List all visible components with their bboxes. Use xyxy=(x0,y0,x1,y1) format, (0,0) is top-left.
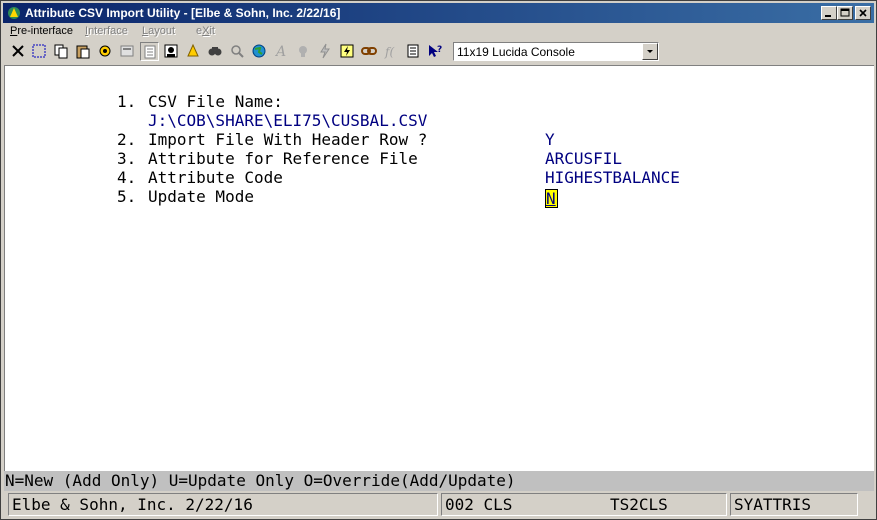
toolbar-user-lookup-button[interactable] xyxy=(162,42,181,61)
toolbar-close-button[interactable] xyxy=(9,42,28,61)
menu-layout[interactable]: Layout xyxy=(142,25,175,37)
application-window: Attribute CSV Import Utility - [Elbe & S… xyxy=(0,0,877,520)
properties-icon xyxy=(120,45,134,57)
status-session-text: 002 CLS xyxy=(445,495,513,514)
window-title: Attribute CSV Import Utility - [Elbe & S… xyxy=(25,6,341,20)
status-program: SYATTRIS xyxy=(730,493,858,516)
menu-exit[interactable]: eXit xyxy=(196,25,215,37)
update-mode-input[interactable]: N xyxy=(545,189,558,208)
link-icon xyxy=(361,47,377,55)
bell-icon xyxy=(187,43,199,57)
toolbar-find-button[interactable] xyxy=(206,42,225,61)
status-program-text: SYATTRIS xyxy=(734,495,812,514)
field-4-number: 4. xyxy=(117,168,137,187)
lightning-icon xyxy=(320,43,330,59)
field-3-number: 3. xyxy=(117,149,137,168)
toolbar-list-button[interactable] xyxy=(140,42,159,61)
find-icon xyxy=(208,47,222,56)
help-line: N=New (Add Only) U=Update Only O=Overrid… xyxy=(4,471,874,491)
field-4-label: Attribute Code xyxy=(148,168,283,187)
field-3-value[interactable]: ARCUSFIL xyxy=(545,149,622,168)
svg-text:f(: f( xyxy=(384,45,394,59)
app-icon xyxy=(8,7,20,19)
font-select-value: 11x19 Lucida Console xyxy=(457,45,575,59)
field-2-number: 2. xyxy=(117,130,137,149)
toolbar-settings-button[interactable] xyxy=(96,42,115,61)
field-3-label: Attribute for Reference File xyxy=(148,149,418,168)
help-text: N=New (Add Only) U=Update Only O=Overrid… xyxy=(5,471,516,490)
maximize-icon xyxy=(840,8,850,17)
menu-interface[interactable]: Interface xyxy=(85,25,128,37)
function-icon: f( xyxy=(384,45,394,59)
copy-icon xyxy=(54,44,68,59)
field-5-number: 5. xyxy=(117,187,137,206)
notes-icon xyxy=(407,44,419,58)
toolbar-properties-button[interactable] xyxy=(118,42,137,61)
field-4-value[interactable]: HIGHESTBALANCE xyxy=(545,168,680,187)
font-select[interactable]: 11x19 Lucida Console xyxy=(453,42,659,61)
toolbar-help-button[interactable]: ? xyxy=(426,42,445,61)
toolbar-link-button[interactable] xyxy=(360,42,379,61)
status-bar: Elbe & Sohn, Inc. 2/22/16 002 CLS TS2CLS… xyxy=(4,492,874,517)
close-button[interactable] xyxy=(855,6,871,20)
field-1-label: CSV File Name: xyxy=(148,92,283,111)
select-icon xyxy=(32,44,46,58)
field-5-value: N xyxy=(546,189,556,208)
field-1-value[interactable]: J:\COB\SHARE\ELI75\CUSBAL.CSV xyxy=(148,111,427,130)
field-5-label: Update Mode xyxy=(148,187,254,206)
globe-icon xyxy=(252,44,266,58)
font-style-icon xyxy=(299,46,307,57)
maximize-button[interactable] xyxy=(837,6,853,20)
toolbar-font-style-button[interactable] xyxy=(294,42,313,61)
chevron-down-icon xyxy=(647,50,653,53)
title-bar[interactable]: Attribute CSV Import Utility - [Elbe & S… xyxy=(3,3,874,23)
font-select-dropdown-button[interactable] xyxy=(642,43,658,60)
macro-icon xyxy=(340,44,354,58)
list-icon xyxy=(144,45,156,59)
toolbar-lightning-button[interactable] xyxy=(316,42,335,61)
toolbar-copy-button[interactable] xyxy=(52,42,71,61)
paste-icon xyxy=(76,45,90,59)
menu-pre-interface[interactable]: Pre-interface xyxy=(10,25,73,37)
toolbar-font-a-button[interactable]: A xyxy=(272,42,291,61)
status-company-text: Elbe & Sohn, Inc. 2/22/16 xyxy=(12,495,253,514)
minimize-icon xyxy=(825,15,831,17)
status-terminal-text: TS2CLS xyxy=(610,495,668,514)
toolbar-macro-button[interactable] xyxy=(338,42,357,61)
field-2-value[interactable]: Y xyxy=(545,130,555,149)
close-x-icon xyxy=(12,45,24,57)
toolbar: A f( ? 11x19 Lucida Console xyxy=(5,41,874,63)
minimize-button[interactable] xyxy=(821,6,837,20)
field-1-number: 1. xyxy=(117,92,137,111)
toolbar-bell-button[interactable] xyxy=(184,42,203,61)
toolbar-paste-button[interactable] xyxy=(74,42,93,61)
status-session: 002 CLS TS2CLS xyxy=(441,493,727,516)
toolbar-zoom-button[interactable] xyxy=(228,42,247,61)
status-company: Elbe & Sohn, Inc. 2/22/16 xyxy=(8,493,438,516)
field-2-label: Import File With Header Row ? xyxy=(148,130,428,149)
terminal-screen[interactable]: 1. CSV File Name: J:\COB\SHARE\ELI75\CUS… xyxy=(4,65,874,471)
toolbar-globe-button[interactable] xyxy=(250,42,269,61)
font-a-icon: A xyxy=(274,44,286,59)
help-pointer-icon: ? xyxy=(429,45,442,57)
close-icon xyxy=(859,9,867,17)
svg-text:?: ? xyxy=(437,45,442,55)
toolbar-select-button[interactable] xyxy=(30,42,49,61)
toolbar-notes-button[interactable] xyxy=(404,42,423,61)
settings-icon xyxy=(99,45,111,57)
zoom-icon xyxy=(231,45,244,58)
user-lookup-icon xyxy=(164,44,178,58)
menu-bar: Pre-interface Interface Layout eXit xyxy=(3,24,874,41)
toolbar-function-button[interactable]: f( xyxy=(382,42,401,61)
svg-text:A: A xyxy=(274,44,286,59)
